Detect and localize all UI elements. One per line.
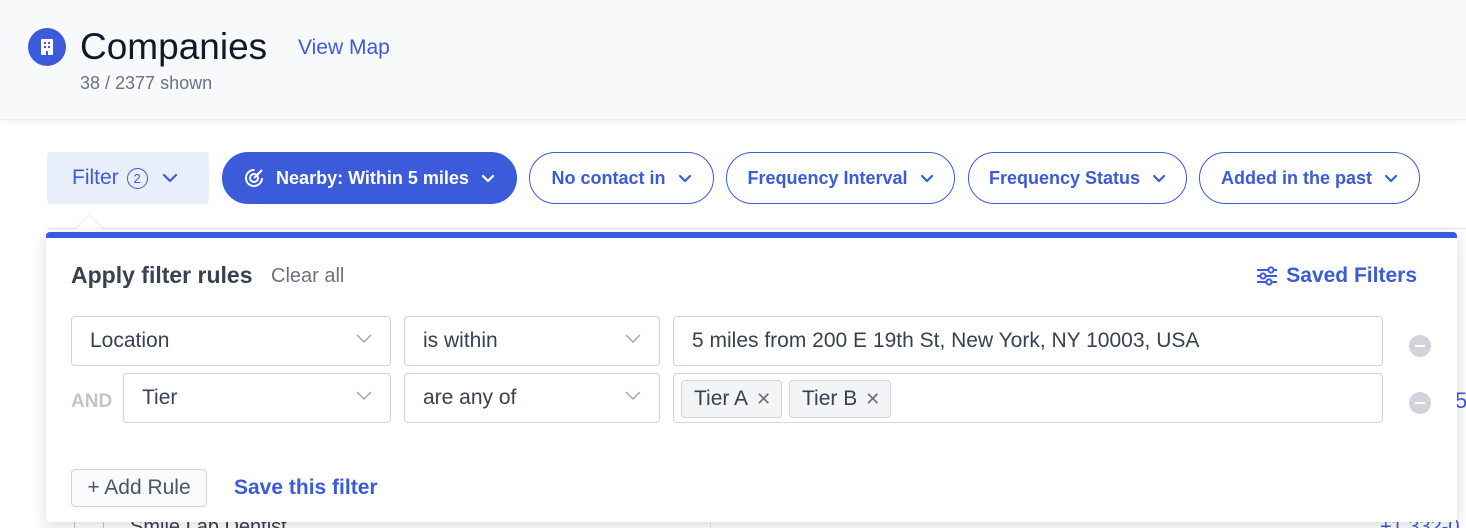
pill-label: Added in the past: [1220, 167, 1372, 188]
divider: [47, 228, 1466, 229]
added-in-past-filter-pill[interactable]: Added in the past: [1199, 152, 1420, 204]
chevron-down-icon: [162, 173, 177, 183]
select-value: Tier: [142, 386, 178, 409]
saved-filters-button[interactable]: Saved Filters: [1256, 264, 1417, 288]
clear-all-button[interactable]: Clear all: [271, 265, 344, 288]
chevron-down-icon: [625, 334, 641, 343]
tag-label: Tier B: [802, 387, 858, 410]
chevron-down-icon: [356, 391, 372, 400]
view-map-link[interactable]: View Map: [298, 36, 390, 60]
chevron-down-icon: [920, 174, 933, 182]
close-icon[interactable]: ✕: [756, 389, 771, 410]
save-filter-button[interactable]: Save this filter: [234, 476, 378, 500]
rule-connector: AND: [71, 391, 113, 412]
rule-field-select[interactable]: Tier: [123, 373, 391, 423]
chevron-down-icon: [356, 334, 372, 343]
building-icon: [28, 28, 66, 66]
tag-label: Tier A: [694, 387, 749, 410]
chevron-down-icon: [1152, 174, 1166, 182]
filter-button[interactable]: Filter 2: [47, 152, 209, 204]
frequency-status-filter-pill[interactable]: Frequency Status: [968, 152, 1187, 204]
pill-label: Frequency Status: [988, 167, 1141, 188]
rule-value-input[interactable]: 5 miles from 200 E 19th St, New York, NY…: [673, 316, 1383, 366]
pill-label: Nearby: Within 5 miles: [276, 167, 469, 188]
select-value: are any of: [423, 386, 517, 409]
chevron-down-icon: [1384, 174, 1398, 182]
rule-operator-select[interactable]: is within: [404, 316, 660, 366]
chevron-down-icon: [625, 391, 641, 400]
no-contact-filter-pill[interactable]: No contact in: [529, 152, 714, 204]
select-value: is within: [423, 329, 498, 352]
page-header: Companies View Map 38 / 2377 shown: [0, 0, 1466, 120]
frequency-interval-filter-pill[interactable]: Frequency Interval: [726, 152, 955, 204]
filter-label: Filter: [72, 166, 119, 189]
rule-field-select[interactable]: Location: [71, 316, 391, 366]
input-value: 5 miles from 200 E 19th St, New York, NY…: [692, 329, 1200, 352]
remove-rule-button[interactable]: [1409, 392, 1431, 414]
page-title: Companies: [80, 26, 268, 67]
popover-title: Apply filter rules: [71, 262, 253, 288]
filter-count-badge: 2: [126, 167, 148, 189]
select-value: Location: [90, 329, 170, 352]
saved-filters-label: Saved Filters: [1286, 264, 1417, 287]
rule-operator-select[interactable]: are any of: [404, 373, 660, 423]
pill-label: No contact in: [551, 167, 666, 188]
pill-label: Frequency Interval: [747, 167, 908, 188]
close-icon[interactable]: ✕: [865, 389, 880, 410]
tag-chip: Tier A ✕: [681, 380, 783, 418]
target-icon: [245, 169, 264, 187]
filter-rules-popover: Apply filter rules Clear all Saved Filte…: [46, 232, 1457, 522]
rule-tags-input[interactable]: Tier A ✕ Tier B ✕: [673, 373, 1383, 423]
overflow-pill-clip: N: [1434, 152, 1466, 204]
chevron-down-icon: [678, 174, 691, 182]
chevron-down-icon: [481, 174, 495, 182]
nearby-filter-pill[interactable]: Nearby: Within 5 miles: [222, 152, 517, 204]
sliders-icon: [1257, 266, 1278, 286]
tag-chip: Tier B ✕: [789, 380, 892, 418]
add-rule-button[interactable]: + Add Rule: [71, 469, 207, 507]
remove-rule-button[interactable]: [1409, 335, 1431, 357]
shown-count: 38 / 2377 shown: [80, 73, 213, 93]
